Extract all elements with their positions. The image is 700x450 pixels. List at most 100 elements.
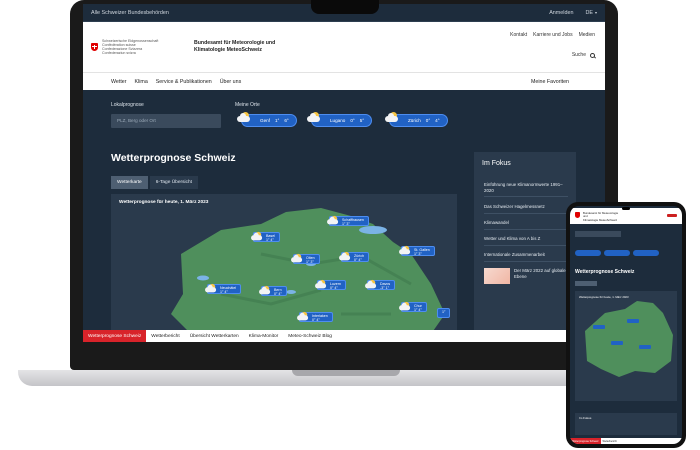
lake-lucerne <box>286 290 296 294</box>
location-search-input[interactable]: PLZ, Berg oder Ort <box>111 114 221 128</box>
phone-focus-heading: Im Fokus <box>579 416 592 420</box>
place-tmin: 0° <box>425 118 431 123</box>
city-temps: 1° 4° <box>266 238 274 242</box>
place-name: Zürich <box>408 118 421 123</box>
place-pill-genf[interactable]: Genf 1° 6° <box>237 112 297 127</box>
map-terrain <box>171 208 445 342</box>
phone-place-pill[interactable] <box>604 250 630 256</box>
focus-heading: Im Fokus <box>482 160 511 167</box>
place-tmax: 5° <box>359 118 365 123</box>
laptop-screen: Alle Schweizer Bundesbehörden Anmelden D… <box>83 4 605 342</box>
weather-map[interactable]: Wetterprognose für heute, 1. März 2023 S… <box>111 194 457 342</box>
city-marker-chur[interactable]: Chur 1° 4° <box>398 301 427 313</box>
my-places-label: Meine Orte <box>235 102 260 108</box>
city-marker-luzern[interactable]: Luzern 0° 4° <box>315 279 346 290</box>
city-temps: 1° 4° <box>414 308 422 312</box>
search-icon <box>590 52 595 58</box>
city-marker-st-gallen[interactable]: St. Gallen 1° 3° <box>398 245 435 257</box>
nav-item-klima[interactable]: Klima <box>135 79 148 85</box>
city-temps: 0° 4° <box>274 292 282 296</box>
partly-cloudy-icon <box>384 111 400 125</box>
lake-constance <box>359 226 387 234</box>
tab-weather-map[interactable]: Wetterkarte <box>111 176 148 189</box>
phone-place-pill[interactable] <box>575 250 601 256</box>
bottom-tab-blog[interactable]: Meteo-Schweiz Blog <box>283 330 337 342</box>
partly-cloudy-icon <box>398 245 412 257</box>
focus-item[interactable]: Internationale Zusammenarbeit <box>484 252 568 262</box>
phone-page-title: Wetterprognose Schweiz <box>575 269 635 275</box>
focus-item[interactable]: Einführung neue Klimanormwerte 1991–2020 <box>484 182 568 197</box>
city-temps: 1° 3° <box>306 260 314 264</box>
phone-menu-icon[interactable] <box>667 214 677 217</box>
contact-link[interactable]: Kontakt <box>510 32 527 38</box>
city-marker-interlaken[interactable]: Interlaken 0° 4° <box>297 311 333 322</box>
nav-item-about[interactable]: Über uns <box>220 79 242 85</box>
place-tmin: 1° <box>274 118 280 123</box>
tab-6-day-overview[interactable]: 6-Tage Übersicht <box>149 176 198 189</box>
confederation-names: Schweizerische Eidgenossenschaft Confédé… <box>102 39 184 56</box>
partly-cloudy-icon <box>398 301 412 313</box>
city-marker-bern[interactable]: Bern 0° 4° <box>258 285 287 297</box>
city-marker-basel[interactable]: Basel 1° 4° <box>251 231 280 242</box>
phone-header: Bundesamt für Meteorologie und Klimatolo… <box>570 208 682 224</box>
city-temps: 0° 4° <box>330 286 338 290</box>
phone-place-pill[interactable] <box>633 250 659 256</box>
phone-map-terrain <box>585 301 673 377</box>
bottom-tab-report[interactable]: Wetterbericht <box>146 330 184 342</box>
phone-tab-report[interactable]: Wetterbericht <box>601 440 619 443</box>
search-label: Suche <box>571 52 586 58</box>
careers-link[interactable]: Karriere und Jobs <box>533 32 572 38</box>
nav-item-wetter[interactable]: Wetter <box>111 79 127 85</box>
focus-item[interactable]: Wetter und Klima von A bis Z <box>484 236 568 246</box>
teaser-thumbnail[interactable] <box>484 268 510 284</box>
page-title: Wetterprognose Schweiz <box>111 152 236 164</box>
all-authorities-link[interactable]: Alle Schweizer Bundesbehörden <box>91 10 169 16</box>
partly-cloudy-icon <box>364 279 378 291</box>
focus-item[interactable]: Das Schweizer Hagelmessnetz <box>484 204 568 214</box>
city-marker-schaffhausen[interactable]: Schaffhausen 1° 3° <box>326 215 369 227</box>
city-temps: 1° 4° <box>220 290 228 294</box>
phone-location-input[interactable] <box>575 231 621 237</box>
partly-cloudy-icon <box>338 251 352 263</box>
login-link[interactable]: Anmelden <box>549 10 573 16</box>
site-header: Schweizerische Eidgenossenschaft Confédé… <box>83 22 605 72</box>
partly-cloudy-icon <box>258 285 272 297</box>
search-button[interactable]: Suche <box>572 52 595 58</box>
favorites-link[interactable]: Meine Favoriten <box>531 79 569 85</box>
swiss-cross-icon <box>575 212 580 218</box>
city-temps: 0° 4° <box>312 318 320 322</box>
city-marker-neuchatel[interactable]: Neuchâtel 1° 4° <box>205 283 242 294</box>
main-nav: Wetter Klima Service & Publikationen Übe… <box>83 72 605 90</box>
bottom-tab-climate-monitor[interactable]: Klima-Monitor <box>244 330 284 342</box>
place-pill-zurich[interactable]: Zürich 0° 4° <box>385 112 448 127</box>
focus-item[interactable]: Klimawandel <box>484 220 568 230</box>
media-link[interactable]: Medien <box>579 32 595 38</box>
laptop-base-notch <box>292 370 400 376</box>
nav-item-service[interactable]: Service & Publikationen <box>156 79 212 85</box>
place-tmin: 0° <box>350 118 355 123</box>
phone-weather-map[interactable]: Wetterprognose für heute, 1. März 2023 <box>575 291 677 401</box>
teaser-link[interactable]: Der März 2022 auf globaler Ebene <box>514 268 568 282</box>
phone-tab-weather-map[interactable] <box>575 281 597 286</box>
header-links: Kontakt Karriere und Jobs Medien <box>510 32 595 38</box>
bottom-tab-forecast[interactable]: Wetterprognose Schweiz <box>83 330 147 342</box>
phone-tab-forecast[interactable]: Wetterprognose Schweiz <box>570 438 601 444</box>
partly-cloudy-icon <box>306 111 322 125</box>
bottom-tab-maps[interactable]: Übersicht Wetterkarten <box>185 330 244 342</box>
main-content: Lokalprognose PLZ, Berg oder Ort Meine O… <box>83 90 605 342</box>
city-marker-olten[interactable]: Olten 1° 3° <box>291 253 320 264</box>
agency-logo-text[interactable]: Bundesamt für Meteorologie und Klimatolo… <box>194 40 304 54</box>
partly-cloudy-icon <box>326 215 340 227</box>
location-label: Lokalprognose <box>111 102 144 108</box>
focus-panel: Im Fokus Einführung neue Klimanormwerte … <box>474 152 576 342</box>
city-marker-scuol[interactable]: 1° <box>437 308 451 318</box>
place-pill-lugano[interactable]: Lugano 0° 5° <box>307 112 373 127</box>
partly-cloudy-icon <box>236 111 252 125</box>
city-marker-zurich[interactable]: Zürich 0° 4° <box>338 251 369 263</box>
city-temps: 1° 3° <box>342 222 350 226</box>
city-marker-davos[interactable]: Davos -3° 1° <box>364 279 396 291</box>
place-name: Genf <box>260 118 270 123</box>
city-temps: 1° 3° <box>414 252 422 256</box>
language-select[interactable]: DE <box>585 10 593 16</box>
lake-neuchatel <box>197 275 209 281</box>
